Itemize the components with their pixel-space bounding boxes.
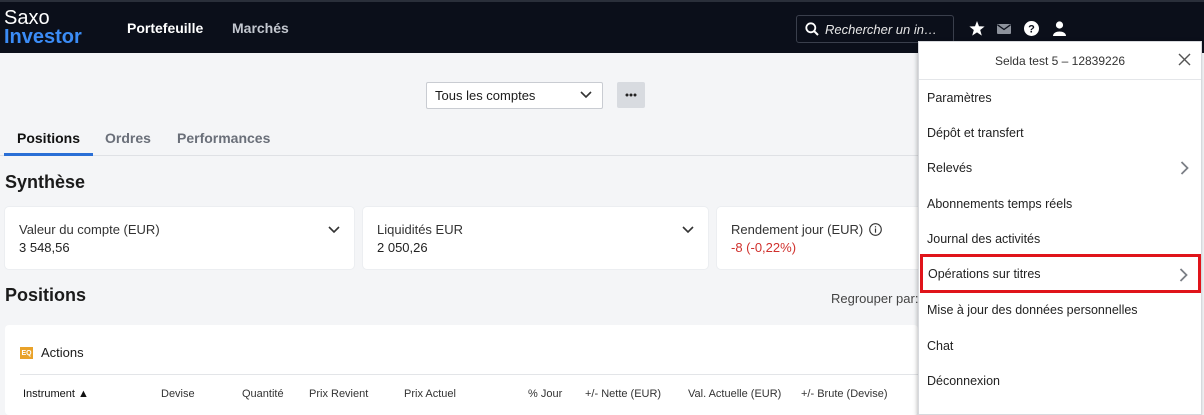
menu-header: Selda test 5 – 12839226 bbox=[919, 42, 1201, 80]
positions-panel: EQ Actions Instrument ▲ Devise Quantité … bbox=[5, 325, 918, 415]
chevron-right-icon bbox=[1180, 161, 1189, 175]
column-header-gross-pl[interactable]: +/- Brute (Devise) bbox=[801, 388, 888, 400]
tab-orders[interactable]: Ordres bbox=[105, 130, 151, 146]
search-icon bbox=[805, 22, 819, 36]
menu-item-realtime-subscriptions[interactable]: Abonnements temps réels bbox=[919, 186, 1201, 221]
column-header-current-price[interactable]: Prix Actuel bbox=[404, 388, 456, 400]
card-label: Valeur du compte (EUR) bbox=[19, 222, 160, 237]
chevron-down-icon[interactable] bbox=[682, 226, 694, 234]
card-label-text: Rendement jour (EUR) bbox=[731, 222, 864, 237]
info-icon[interactable] bbox=[868, 223, 882, 236]
positions-title: Positions bbox=[5, 285, 87, 305]
close-icon[interactable] bbox=[1178, 53, 1191, 66]
card-value: 3 548,56 bbox=[19, 240, 70, 255]
group-label-actions[interactable]: Actions bbox=[41, 345, 84, 360]
menu-item-update-personal-data[interactable]: Mise à jour des données personnelles bbox=[919, 292, 1201, 327]
menu-item-chat[interactable]: Chat bbox=[919, 328, 1201, 363]
ellipsis-icon bbox=[625, 93, 637, 97]
column-header-net-pl[interactable]: +/- Nette (EUR) bbox=[585, 388, 661, 400]
card-value: -8 (-0,22%) bbox=[731, 240, 797, 255]
help-icon[interactable]: ? bbox=[1024, 21, 1039, 36]
more-options-button[interactable] bbox=[617, 82, 645, 108]
app-window: Saxo Investor Portefeuille Marchés ? Tou… bbox=[0, 0, 1204, 415]
card-label: Liquidités EUR bbox=[377, 222, 463, 237]
nav-markets[interactable]: Marchés bbox=[232, 20, 289, 36]
chevron-down-icon bbox=[580, 91, 592, 99]
column-header-currency[interactable]: Devise bbox=[161, 388, 195, 400]
tab-bar: Positions Ordres Performances bbox=[0, 125, 918, 156]
column-header-cost-price[interactable]: Prix Revient bbox=[309, 388, 368, 400]
active-tab-indicator bbox=[4, 153, 93, 156]
menu-item-settings[interactable]: Paramètres bbox=[919, 80, 1201, 115]
group-by-label: Regrouper par: bbox=[831, 291, 919, 306]
column-header-day-percent[interactable]: % Jour bbox=[528, 388, 562, 400]
chevron-down-icon[interactable] bbox=[328, 226, 340, 234]
menu-item-deposit-transfer[interactable]: Dépôt et transfert bbox=[919, 115, 1201, 150]
saxo-investor-logo[interactable]: Saxo Investor bbox=[4, 8, 82, 48]
account-select[interactable]: Tous les comptes bbox=[426, 82, 603, 109]
card-label: Rendement jour (EUR) bbox=[731, 222, 882, 237]
chevron-right-icon bbox=[1179, 268, 1188, 282]
menu-item-activity-log[interactable]: Journal des activités bbox=[919, 221, 1201, 256]
equity-badge: EQ bbox=[20, 347, 33, 359]
menu-item-statements[interactable]: Relevés bbox=[919, 150, 1201, 185]
summary-title: Synthèse bbox=[5, 172, 86, 192]
menu-account-name: Selda test 5 – 12839226 bbox=[994, 53, 1126, 68]
menu-item-label: Opérations sur titres bbox=[928, 266, 1041, 281]
summary-card-cash[interactable]: Liquidités EUR 2 050,26 bbox=[363, 207, 708, 269]
menu-item-label: Relevés bbox=[927, 160, 973, 175]
table-divider bbox=[20, 374, 918, 375]
logo-line-2: Investor bbox=[4, 26, 82, 48]
user-icon[interactable] bbox=[1053, 21, 1066, 36]
nav-portfolio[interactable]: Portefeuille bbox=[127, 20, 203, 36]
card-value: 2 050,26 bbox=[377, 240, 428, 255]
column-header-quantity[interactable]: Quantité bbox=[242, 388, 284, 400]
menu-item-logout[interactable]: Déconnexion bbox=[919, 363, 1201, 398]
svg-text:?: ? bbox=[1028, 24, 1035, 36]
mail-icon[interactable] bbox=[997, 24, 1011, 34]
menu-item-corporate-actions[interactable]: Opérations sur titres bbox=[920, 254, 1201, 293]
column-header-instrument[interactable]: Instrument ▲ bbox=[23, 388, 89, 400]
summary-card-account-value[interactable]: Valeur du compte (EUR) 3 548,56 bbox=[5, 207, 354, 269]
account-menu: Selda test 5 – 12839226 Paramètres Dépôt… bbox=[918, 41, 1202, 415]
summary-card-daily-return[interactable]: Rendement jour (EUR) -8 (-0,22%) bbox=[717, 207, 922, 269]
search-input[interactable] bbox=[825, 21, 953, 37]
star-icon[interactable] bbox=[969, 21, 985, 36]
column-header-current-value[interactable]: Val. Actuelle (EUR) bbox=[688, 388, 781, 400]
search-box[interactable] bbox=[796, 15, 954, 43]
account-select-value: Tous les comptes bbox=[435, 88, 536, 103]
tab-performances[interactable]: Performances bbox=[177, 130, 270, 146]
tab-positions[interactable]: Positions bbox=[17, 130, 80, 146]
